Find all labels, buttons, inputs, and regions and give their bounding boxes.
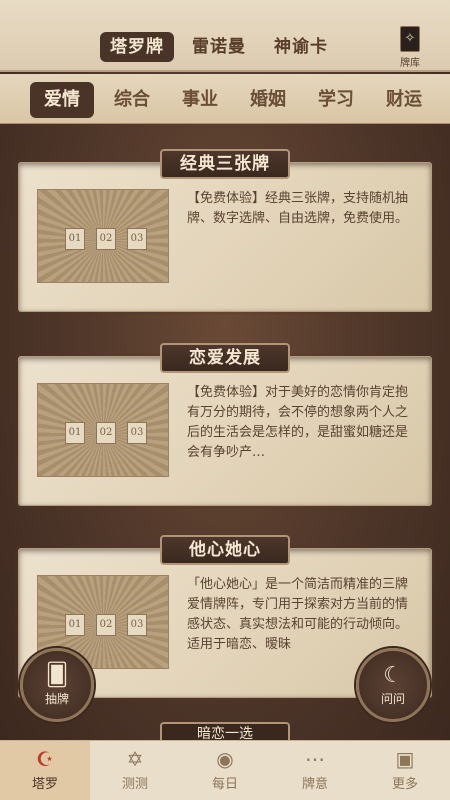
card-slot: 03	[127, 614, 147, 636]
spread-card-title: 他心她心	[160, 535, 290, 565]
nav-tests[interactable]: ✡ 测测	[90, 741, 180, 800]
category-love[interactable]: 爱情	[30, 82, 94, 118]
moon-star-icon: ☪	[36, 747, 54, 771]
spread-card-title: 经典三张牌	[160, 149, 290, 179]
dots-card-icon: ⋯	[305, 747, 325, 771]
deck-library-button[interactable]: ✧ 牌库	[394, 26, 426, 70]
tab-lenormand[interactable]: 雷诺曼	[182, 32, 256, 62]
category-tabs: 爱情 综合 事业 婚姻 学习 财运	[30, 82, 438, 118]
draw-card-button[interactable]: 🂠 抽牌	[20, 648, 94, 722]
nav-label: 更多	[391, 777, 418, 792]
ask-label: 问问	[380, 692, 405, 706]
nav-label: 测测	[121, 777, 148, 792]
spread-illustration: 01 02 03	[37, 189, 169, 283]
nav-label: 塔罗	[31, 777, 58, 792]
card-slot: 02	[96, 422, 116, 444]
category-career[interactable]: 事业	[166, 82, 234, 118]
nav-more[interactable]: ▣ 更多	[360, 741, 450, 800]
draw-card-label: 抽牌	[44, 692, 69, 706]
top-header: 塔罗牌 雷诺曼 神谕卡 ✧ 牌库	[0, 0, 450, 72]
nav-daily[interactable]: ◉ 每日	[180, 741, 270, 800]
bottom-navigation: ☪ 塔罗 ✡ 测测 ◉ 每日 ⋯ 牌意 ▣ 更多	[0, 740, 450, 800]
card-slot: 02	[96, 228, 116, 250]
tab-oracle[interactable]: 神谕卡	[264, 32, 338, 62]
category-marriage[interactable]: 婚姻	[234, 82, 302, 118]
spread-card-classic[interactable]: 经典三张牌 01 02 03 【免费体验】经典三张牌，支持随机抽牌、数字选牌、自…	[18, 149, 432, 312]
category-study[interactable]: 学习	[302, 82, 370, 118]
spread-illustration: 01 02 03	[37, 383, 169, 477]
category-general[interactable]: 综合	[98, 82, 166, 118]
ask-button[interactable]: ☾ 问问	[356, 648, 430, 722]
card-slot: 01	[65, 614, 85, 636]
category-bar: 爱情 综合 事业 婚姻 学习 财运	[0, 74, 450, 124]
draw-card-icon: 🂠	[45, 663, 69, 688]
category-wealth[interactable]: 财运	[370, 82, 438, 118]
spread-card-love-development[interactable]: 恋爱发展 01 02 03 【免费体验】对于美好的恋情你肯定抱有万分的期待，会不…	[18, 343, 432, 506]
card-slot: 03	[127, 228, 147, 250]
nav-meanings[interactable]: ⋯ 牌意	[270, 741, 360, 800]
app-root: 塔罗牌 雷诺曼 神谕卡 ✧ 牌库 爱情 综合 事业 婚姻 学习 财运 经典三张牌…	[0, 0, 450, 800]
nav-label: 每日	[211, 777, 238, 792]
nav-label: 牌意	[301, 777, 328, 792]
ask-icon: ☾	[383, 663, 403, 688]
spread-description: 【免费体验】经典三张牌，支持随机抽牌、数字选牌、自由选牌，免费使用。	[187, 191, 409, 226]
more-card-icon: ▣	[395, 747, 415, 771]
tarot-card-icon: ✧	[400, 26, 420, 52]
card-slot: 03	[127, 422, 147, 444]
hexagram-icon: ✡	[126, 747, 144, 771]
card-slot: 01	[65, 422, 85, 444]
card-slot: 01	[65, 228, 85, 250]
nav-tarot[interactable]: ☪ 塔罗	[0, 741, 90, 800]
spread-card-title: 恋爱发展	[160, 343, 290, 373]
spread-description: 【免费体验】对于美好的恋情你肯定抱有万分的期待，会不停的想象两个人之后的生活会是…	[187, 385, 409, 460]
spread-description: 「他心她心」是一个简洁而精准的三牌爱情牌阵，专门用于探索对方当前的情感状态、真实…	[187, 577, 409, 652]
card-slot: 02	[96, 614, 116, 636]
deck-library-label: 牌库	[400, 58, 420, 69]
deck-type-tabs: 塔罗牌 雷诺曼 神谕卡	[100, 32, 338, 62]
sun-coin-icon: ◉	[216, 747, 234, 771]
tab-tarot[interactable]: 塔罗牌	[100, 32, 174, 62]
